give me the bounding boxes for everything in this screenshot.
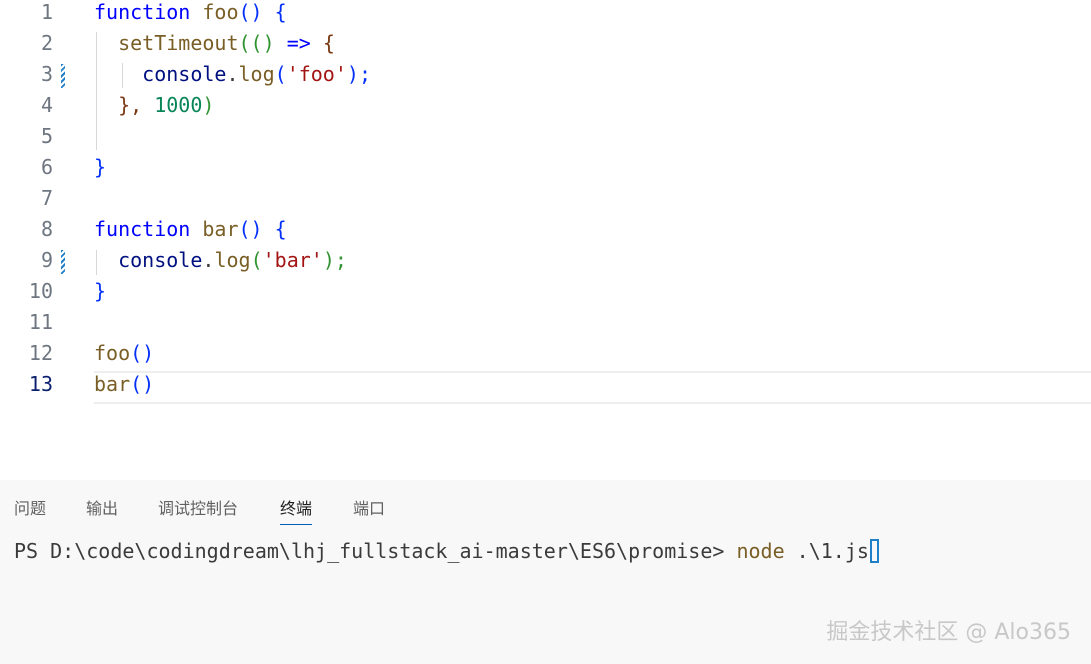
tab-ports[interactable]: 端口 [353, 498, 385, 524]
string-literal: 'foo' [286, 62, 347, 86]
line-content[interactable]: foo() [94, 341, 154, 365]
modified-line-marker[interactable] [61, 64, 65, 88]
bracket: } [94, 279, 107, 303]
keyword: function [94, 0, 191, 24]
terminal-argument: .\1.js [784, 539, 869, 563]
line-number: 8 [40, 217, 53, 241]
panel-tab-bar: 问题 输出 调试控制台 终端 端口 [0, 480, 1091, 540]
identifier: console [142, 62, 227, 86]
line-number: 10 [28, 279, 53, 303]
line-content[interactable]: function bar() { [94, 217, 287, 241]
bracket: ) [202, 93, 215, 117]
arrow-operator: => [274, 31, 311, 55]
code-line: 2 setTimeout(() => { [0, 31, 1091, 62]
code-line: 9 console.log('bar'); [0, 248, 1091, 279]
line-number: 9 [40, 248, 53, 272]
bracket: ); [322, 248, 347, 272]
tab-debug-console[interactable]: 调试控制台 [158, 498, 238, 524]
punctuation: . [202, 248, 215, 272]
line-content[interactable]: console.log('bar'); [94, 248, 347, 272]
bracket: () [238, 0, 263, 24]
code-line: 7 [0, 186, 1091, 217]
terminal-cursor [869, 539, 879, 563]
code-line-current: 13 bar() [0, 371, 1091, 404]
bracket: () [130, 341, 155, 365]
punctuation: . [226, 62, 239, 86]
line-content[interactable]: console.log('foo'); [94, 62, 371, 86]
terminal-output[interactable]: PS D:\code\codingdream\lhj_fullstack_ai-… [14, 538, 879, 564]
line-number: 3 [40, 62, 53, 86]
bracket: } [94, 155, 107, 179]
line-content[interactable]: } [94, 279, 106, 303]
line-content[interactable]: }, 1000) [94, 93, 214, 117]
code-line: 1 function foo() { [0, 0, 1091, 31]
code-line: 11 [0, 310, 1091, 341]
bracket: () [238, 217, 263, 241]
terminal-command: node [736, 539, 785, 563]
bracket: { [262, 0, 287, 24]
bracket: ) [262, 31, 275, 55]
vscode-window: 1 function foo() { 2 setTimeout(() => { … [0, 0, 1091, 664]
code-line: 6 } [0, 155, 1091, 186]
tab-output[interactable]: 输出 [86, 498, 118, 524]
bracket: { [262, 217, 287, 241]
tab-problems[interactable]: 问题 [14, 498, 46, 524]
bracket: { [310, 31, 335, 55]
line-number: 6 [40, 155, 53, 179]
line-number: 4 [40, 93, 53, 117]
bracket: (( [238, 31, 263, 55]
bracket: }, [118, 93, 143, 117]
line-number: 11 [28, 310, 53, 334]
code-line: 4 }, 1000) [0, 93, 1091, 124]
bottom-panel: 问题 输出 调试控制台 终端 端口 PS D:\code\codingdream… [0, 480, 1091, 664]
string-literal: 'bar' [262, 248, 323, 272]
code-line: 5 [0, 124, 1091, 155]
function-name: log [214, 248, 251, 272]
code-line: 12 foo() [0, 341, 1091, 372]
function-name: bar [202, 217, 239, 241]
line-content[interactable]: bar() [94, 372, 154, 396]
bracket: ( [274, 62, 287, 86]
line-number: 2 [40, 31, 53, 55]
modified-line-marker[interactable] [61, 250, 65, 274]
number-literal: 1000 [142, 93, 203, 117]
code-line: 10 } [0, 279, 1091, 310]
function-name: foo [94, 341, 131, 365]
bracket: ); [346, 62, 371, 86]
line-number: 5 [40, 124, 53, 148]
code-editor[interactable]: 1 function foo() { 2 setTimeout(() => { … [0, 0, 1091, 480]
function-name: foo [202, 0, 239, 24]
terminal-prompt: PS D:\code\codingdream\lhj_fullstack_ai-… [14, 539, 737, 563]
function-name: bar [94, 372, 131, 396]
line-content[interactable]: setTimeout(() => { [94, 31, 335, 55]
line-content[interactable]: } [94, 155, 106, 179]
code-line: 8 function bar() { [0, 217, 1091, 248]
line-number: 7 [40, 186, 53, 210]
identifier: console [118, 248, 203, 272]
line-number: 13 [28, 372, 53, 396]
function-name: setTimeout [118, 31, 239, 55]
watermark: 掘金技术社区 @ Alo365 [826, 620, 1071, 645]
keyword: function [94, 217, 191, 241]
line-number: 12 [28, 341, 53, 365]
line-content[interactable]: function foo() { [94, 0, 287, 24]
line-number: 1 [40, 0, 53, 24]
tab-terminal[interactable]: 终端 [280, 498, 313, 525]
bracket: ( [250, 248, 263, 272]
bracket: () [130, 372, 155, 396]
code-line: 3 console.log('foo'); [0, 62, 1091, 93]
function-name: log [238, 62, 275, 86]
